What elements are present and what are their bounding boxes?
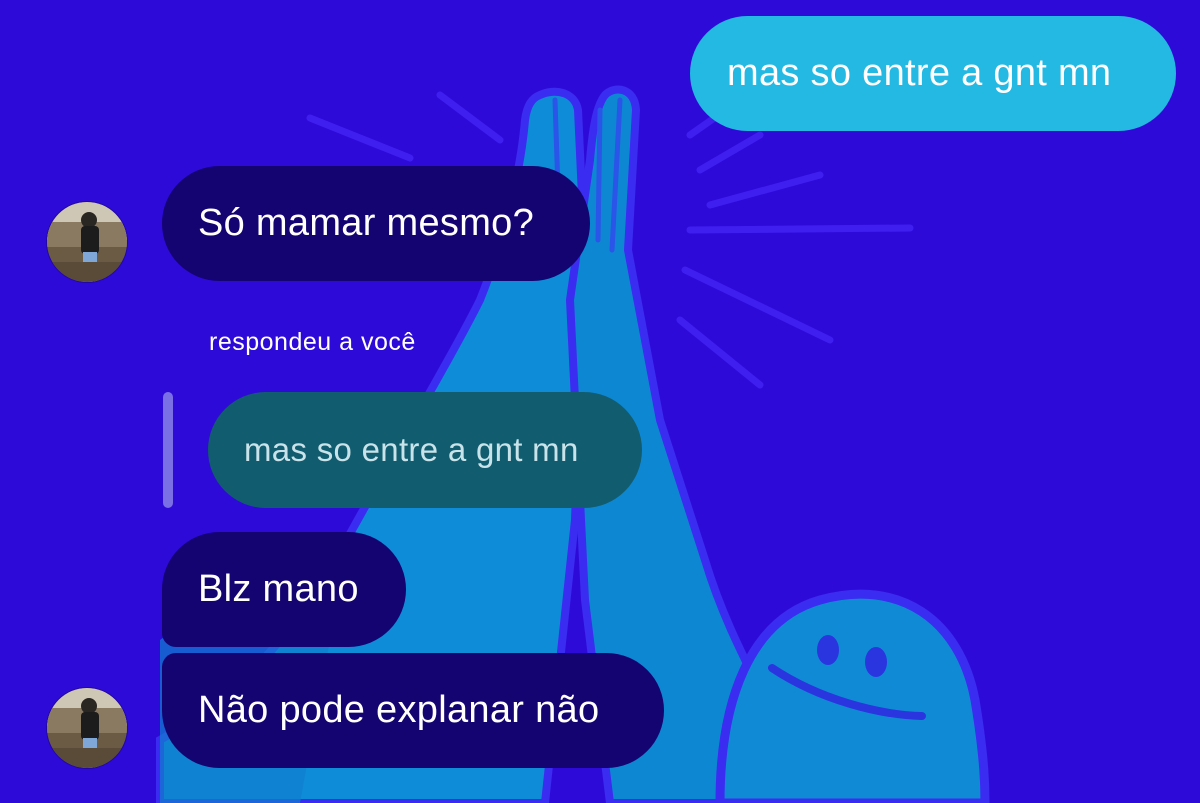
replied-message-text: mas so entre a gnt mn — [244, 431, 579, 468]
received-message-bubble[interactable]: Não pode explanar não — [162, 653, 664, 768]
received-message-text: Não pode explanar não — [198, 689, 600, 731]
sent-message-text: mas so entre a gnt mn — [727, 52, 1112, 94]
received-message-bubble[interactable]: Só mamar mesmo? — [162, 166, 590, 281]
received-message-bubble[interactable]: Blz mano — [162, 532, 406, 647]
replied-message-quote[interactable]: mas so entre a gnt mn — [208, 392, 642, 508]
contact-avatar[interactable] — [47, 688, 127, 768]
received-message-text: Blz mano — [198, 568, 359, 610]
reply-label: respondeu a você — [209, 328, 416, 356]
reply-indicator-bar — [163, 392, 173, 508]
received-message-text: Só mamar mesmo? — [198, 202, 535, 244]
contact-photo-icon — [47, 688, 127, 768]
sent-message-bubble[interactable]: mas so entre a gnt mn — [690, 16, 1176, 131]
contact-avatar[interactable] — [47, 202, 127, 282]
chat-screen: mas so entre a gnt mn Só mamar mesmo? re… — [0, 0, 1200, 803]
contact-photo-icon — [47, 202, 127, 282]
